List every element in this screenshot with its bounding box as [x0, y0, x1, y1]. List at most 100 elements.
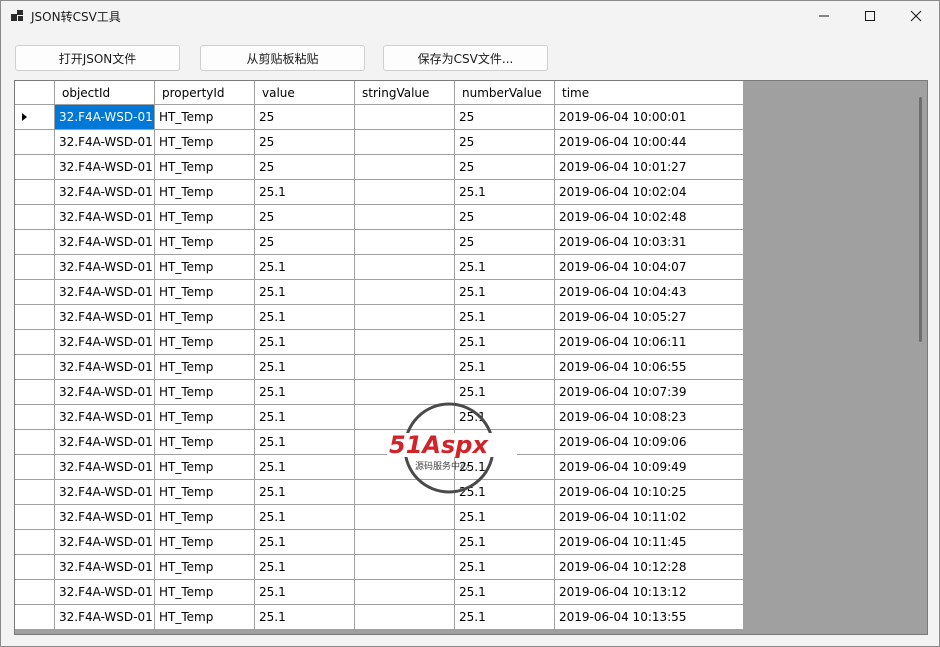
title-bar[interactable]: JSON转CSV工具 — [1, 1, 939, 31]
cell-objectid[interactable]: 32.F4A-WSD-01 — [55, 205, 155, 230]
cell-numbervalue[interactable]: 25.1 — [455, 255, 555, 280]
row-header[interactable] — [15, 205, 55, 230]
cell-objectid[interactable]: 32.F4A-WSD-01 — [55, 155, 155, 180]
table-row[interactable]: 32.F4A-WSD-01 HT_Temp 25 25 2019-06-04 10:01… — [15, 155, 744, 180]
cell-value[interactable]: 25.1 — [255, 180, 355, 205]
cell-objectid[interactable]: 32.F4A-WSD-01 — [55, 230, 155, 255]
data-grid[interactable]: objectId propertyId value stringValue nu… — [14, 80, 928, 635]
cell-value[interactable]: 25 — [255, 130, 355, 155]
row-header[interactable] — [15, 255, 55, 280]
cell-value[interactable]: 25.1 — [255, 330, 355, 355]
cell-stringvalue[interactable] — [355, 355, 455, 380]
cell-objectid[interactable]: 32.F4A-WSD-01 — [55, 105, 155, 130]
column-header-time[interactable]: time — [555, 81, 744, 105]
cell-propertyid[interactable]: HT_Temp — [155, 205, 255, 230]
row-header[interactable] — [15, 380, 55, 405]
row-header[interactable] — [15, 605, 55, 630]
cell-value[interactable]: 25.1 — [255, 430, 355, 455]
cell-time[interactable]: 2019-06-04 10:13:55 — [555, 605, 744, 630]
table-row[interactable]: 32.F4A-WSD-01HT_Temp25.125.12019-06-04 1… — [15, 555, 744, 580]
cell-numbervalue[interactable]: 25.1 — [455, 180, 555, 205]
cell-propertyid[interactable]: HT_Temp — [155, 130, 255, 155]
cell-stringvalue[interactable] — [355, 105, 455, 130]
cell-objectid[interactable]: 32.F4A-WSD-01 — [55, 505, 155, 530]
row-header[interactable] — [15, 430, 55, 455]
cell-value[interactable]: 25.1 — [255, 555, 355, 580]
cell-stringvalue[interactable] — [355, 305, 455, 330]
cell-time[interactable]: 2019-06-04 10:00:01 — [555, 105, 744, 130]
row-header[interactable] — [15, 330, 55, 355]
save-csv-button[interactable]: 保存为CSV文件... — [383, 45, 548, 71]
vertical-scrollbar[interactable] — [914, 81, 927, 634]
row-header[interactable] — [15, 455, 55, 480]
cell-objectid[interactable]: 32.F4A-WSD-01 — [55, 405, 155, 430]
cell-stringvalue[interactable] — [355, 255, 455, 280]
cell-objectid[interactable]: 32.F4A-WSD-01 — [55, 430, 155, 455]
cell-stringvalue[interactable] — [355, 205, 455, 230]
cell-stringvalue[interactable] — [355, 505, 455, 530]
cell-objectid[interactable]: 32.F4A-WSD-01 — [55, 130, 155, 155]
cell-stringvalue[interactable] — [355, 555, 455, 580]
table-row[interactable]: 32.F4A-WSD-01HT_Temp25.125.12019-06-04 1… — [15, 455, 744, 480]
table-row[interactable]: 32.F4A-WSD-01HT_Temp25.125.12019-06-04 1… — [15, 530, 744, 555]
row-header[interactable] — [15, 355, 55, 380]
column-header-objectid[interactable]: objectId — [55, 81, 155, 105]
cell-stringvalue[interactable] — [355, 330, 455, 355]
cell-time[interactable]: 2019-06-04 10:05:27 — [555, 305, 744, 330]
cell-propertyid[interactable]: HT_Temp — [155, 580, 255, 605]
cell-time[interactable]: 2019-06-04 10:10:25 — [555, 480, 744, 505]
table-row[interactable]: 32.F4A-WSD-01HT_Temp25.125.12019-06-04 1… — [15, 180, 744, 205]
table-row[interactable]: 32.F4A-WSD-01HT_Temp25.125.12019-06-04 1… — [15, 480, 744, 505]
cell-time[interactable]: 2019-06-04 10:02:04 — [555, 180, 744, 205]
cell-numbervalue[interactable]: 25.1 — [455, 530, 555, 555]
table-row[interactable]: 32.F4A-WSD-01HT_Temp25.125.12019-06-04 1… — [15, 380, 744, 405]
cell-value[interactable]: 25.1 — [255, 255, 355, 280]
row-header[interactable] — [15, 505, 55, 530]
cell-stringvalue[interactable] — [355, 155, 455, 180]
cell-propertyid[interactable]: HT_Temp — [155, 230, 255, 255]
cell-numbervalue[interactable]: 25 — [455, 155, 555, 180]
cell-numbervalue[interactable]: 25 — [455, 130, 555, 155]
cell-stringvalue[interactable] — [355, 580, 455, 605]
row-header[interactable] — [15, 480, 55, 505]
table-row[interactable]: 32.F4A-WSD-01HT_Temp25.125.12019-06-04 1… — [15, 305, 744, 330]
cell-value[interactable]: 25.1 — [255, 280, 355, 305]
cell-propertyid[interactable]: HT_Temp — [155, 280, 255, 305]
row-header[interactable] — [15, 105, 55, 130]
grid-corner-header[interactable] — [15, 81, 55, 105]
cell-stringvalue[interactable] — [355, 605, 455, 630]
cell-value[interactable]: 25.1 — [255, 530, 355, 555]
cell-time[interactable]: 2019-06-04 10:09:49 — [555, 455, 744, 480]
cell-time[interactable]: 2019-06-04 10:06:55 — [555, 355, 744, 380]
cell-time[interactable]: 2019-06-04 10:12:28 — [555, 555, 744, 580]
cell-stringvalue[interactable] — [355, 280, 455, 305]
cell-stringvalue[interactable] — [355, 130, 455, 155]
row-header[interactable] — [15, 305, 55, 330]
table-row[interactable]: 32.F4A-WSD-01HT_Temp25.125.12019-06-04 1… — [15, 605, 744, 630]
cell-objectid[interactable]: 32.F4A-WSD-01 — [55, 180, 155, 205]
scrollbar-thumb[interactable] — [919, 97, 922, 342]
cell-value[interactable]: 25.1 — [255, 505, 355, 530]
cell-objectid[interactable]: 32.F4A-WSD-01 — [55, 455, 155, 480]
cell-numbervalue[interactable]: 25.1 — [455, 605, 555, 630]
cell-stringvalue[interactable] — [355, 530, 455, 555]
cell-value[interactable]: 25.1 — [255, 605, 355, 630]
cell-stringvalue[interactable] — [355, 180, 455, 205]
cell-propertyid[interactable]: HT_Temp — [155, 180, 255, 205]
cell-time[interactable]: 2019-06-04 10:02:48 — [555, 205, 744, 230]
cell-time[interactable]: 2019-06-04 10:04:07 — [555, 255, 744, 280]
cell-value[interactable]: 25 — [255, 205, 355, 230]
cell-numbervalue[interactable]: 25 — [455, 230, 555, 255]
cell-time[interactable]: 2019-06-04 10:01:27 — [555, 155, 744, 180]
table-row[interactable]: 32.F4A-WSD-01HT_Temp25.125.12019-06-04 1… — [15, 355, 744, 380]
open-json-button[interactable]: 打开JSON文件 — [15, 45, 180, 71]
cell-value[interactable]: 25.1 — [255, 580, 355, 605]
table-row[interactable]: 32.F4A-WSD-01HT_Temp25.125.12019-06-04 1… — [15, 505, 744, 530]
row-header[interactable] — [15, 530, 55, 555]
cell-value[interactable]: 25.1 — [255, 480, 355, 505]
cell-time[interactable]: 2019-06-04 10:11:02 — [555, 505, 744, 530]
cell-propertyid[interactable]: HT_Temp — [155, 355, 255, 380]
cell-value[interactable]: 25 — [255, 230, 355, 255]
column-header-value[interactable]: value — [255, 81, 355, 105]
cell-numbervalue[interactable]: 25 — [455, 205, 555, 230]
